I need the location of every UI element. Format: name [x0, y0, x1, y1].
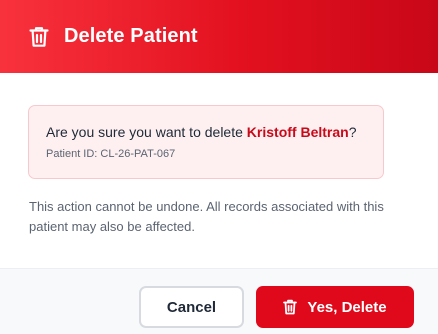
trash-icon: [28, 25, 50, 49]
confirm-delete-button[interactable]: Yes, Delete: [256, 286, 414, 328]
patient-id: Patient ID: CL-26-PAT-067: [46, 148, 176, 160]
modal-title: Delete Patient: [64, 25, 198, 47]
modal-header: Delete Patient: [0, 0, 438, 73]
trash-icon: [283, 299, 299, 315]
cancel-button-label: Cancel: [166, 298, 217, 316]
confirmation-message: Are you sure you want to delete Kristoff…: [46, 124, 383, 141]
confirm-delete-button-label: Yes, Delete: [307, 298, 387, 316]
confirmation-prefix: Are you sure you want to delete: [46, 124, 247, 140]
modal-body: Are you sure you want to delete Kristoff…: [0, 73, 438, 268]
confirmation-suffix: ?: [348, 124, 357, 140]
modal-footer: Cancel Yes, Delete: [0, 268, 438, 334]
delete-patient-modal: Delete Patient Are you sure you want to …: [0, 0, 438, 334]
patient-name: Kristoff Beltran: [246, 124, 349, 140]
cancel-button[interactable]: Cancel: [139, 286, 244, 328]
irreversible-warning: This action cannot be undone. All record…: [29, 199, 384, 234]
confirmation-box: Are you sure you want to delete Kristoff…: [28, 105, 384, 179]
